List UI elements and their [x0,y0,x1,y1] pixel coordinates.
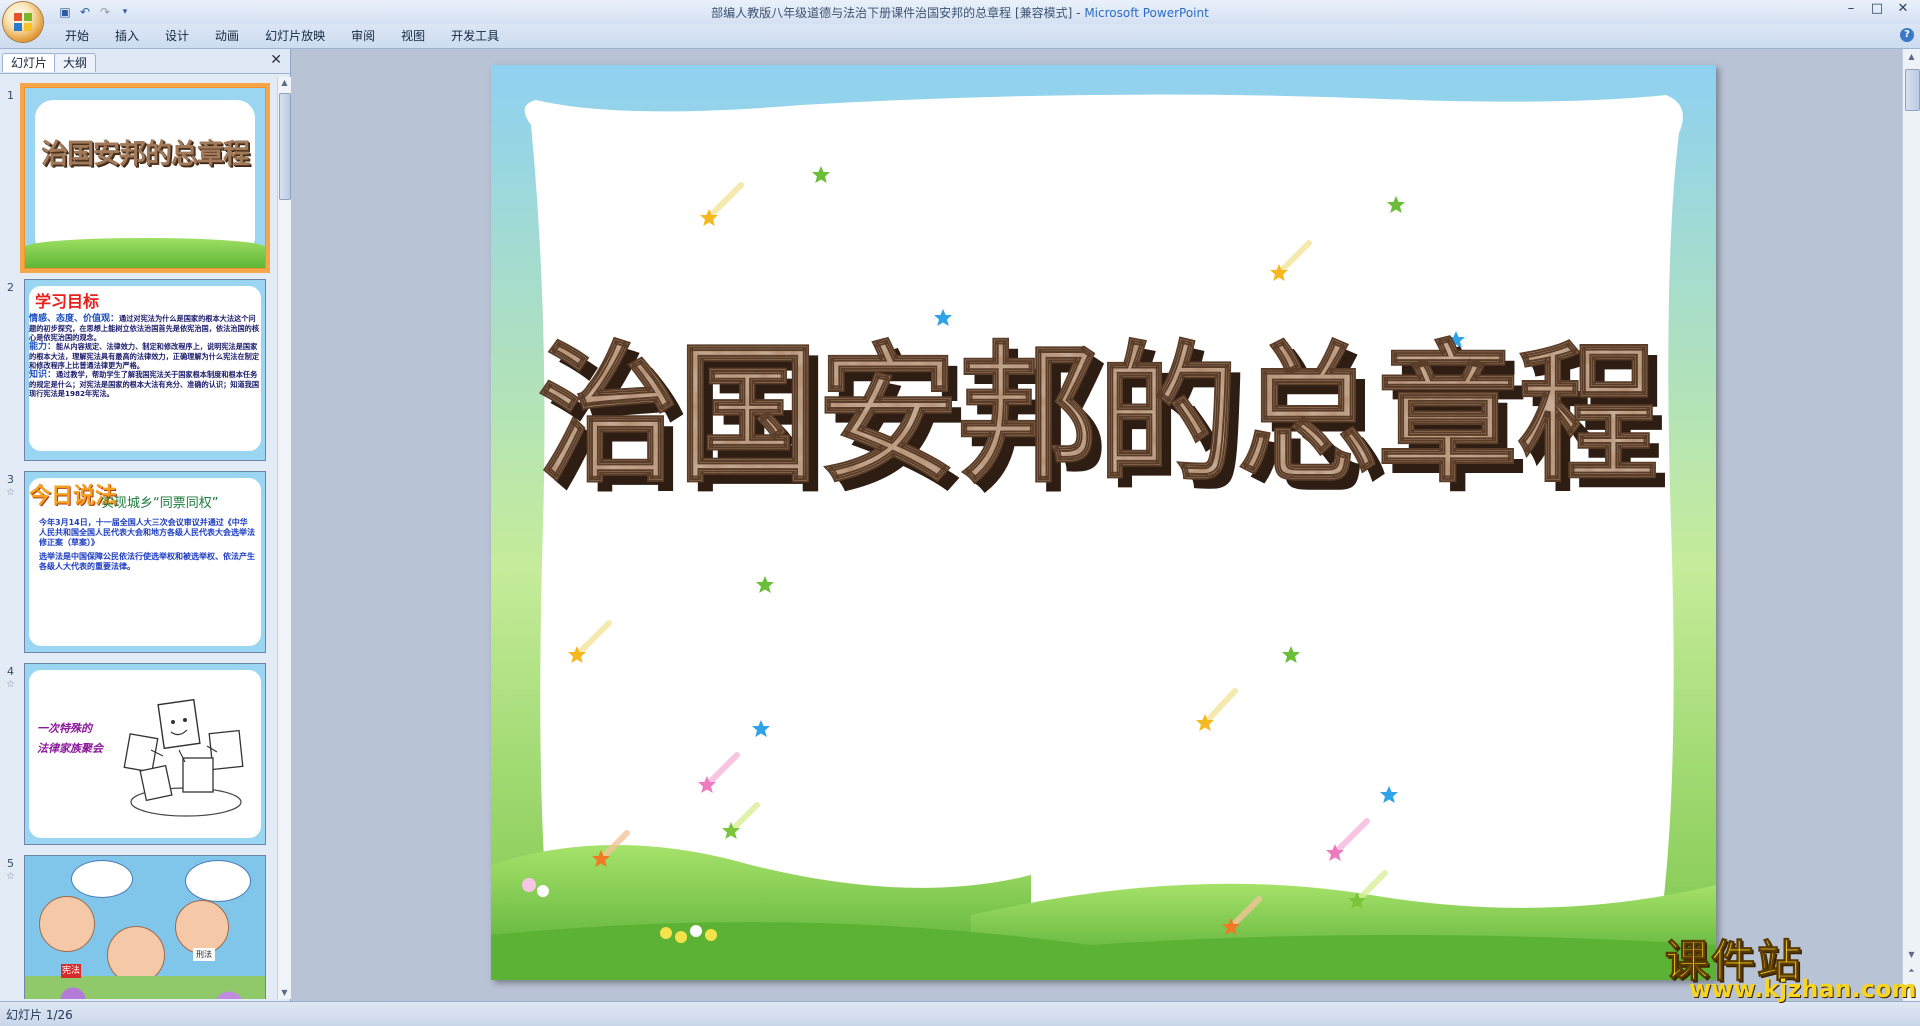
thumb-heading: 学习目标 [35,292,100,311]
thumb-line: 一次特殊的 [37,722,92,735]
slide-number: 3 [7,473,14,486]
thumbnail-row: 3 ☆ 今日说法 实现城乡“同票同权” 今年3月14日，十一届全国人大三次会议审… [0,471,275,661]
current-slide[interactable]: 治国安邦的总章程 治国安邦的总章程 [491,65,1716,980]
tab-view[interactable]: 视图 [388,28,438,44]
document-name: 部编人教版八年级道德与法治下册课件治国安邦的总章程 [兼容模式] [711,6,1073,20]
tab-developer[interactable]: 开发工具 [438,28,512,44]
objective-text: 通过教学，帮助学生了解我国宪法关于国家根本制度和根本任务的规定是什么；对宪法是国… [29,370,260,398]
watermark-logo: 课件站 www.kjzhan.com [1665,925,1917,1004]
slide-editing-area: 治国安邦的总章程 治国安邦的总章程 [291,49,1902,1001]
slide-title: 治国安邦的总章程 [538,329,1658,503]
objective-heading: 情感、态度、价值观： [29,314,120,324]
tab-slides[interactable]: 幻灯片 [2,53,57,72]
speech-bubble [71,860,133,898]
thumb-paragraph: 今年3月14日，十一届全国人大三次会议审议并通过《中华人民共和国全国人民代表大会… [39,518,255,547]
window-title: 部编人教版八年级道德与法治下册课件治国安邦的总章程 [兼容模式] - Micro… [0,4,1920,21]
thumbnail-row: 1 治国安邦的总章程 [0,83,275,277]
speech-bubble [185,860,251,902]
main-vertical-scrollbar[interactable]: ▲ ▼ ⏶ ⏷ [1902,49,1920,1001]
thumb-line: 法律家族聚会 [37,742,103,755]
label-xianfa: 宪法 [61,964,81,978]
flowers [25,976,265,999]
animation-star-icon: ☆ [6,871,15,882]
cartoon-child [39,896,95,952]
office-logo-icon [14,13,32,31]
close-pane-icon[interactable]: ✕ [270,52,282,68]
thumb-body: 情感、态度、价值观：通过对宪法为什么是国家的根本大法这个问题的初步探究，在思想上… [29,314,259,398]
status-bar: 幻灯片 1/26 [0,1001,1920,1026]
slide-thumbnail-4[interactable]: 一次特殊的 法律家族聚会 [24,663,266,845]
thumb-heading: 实现城乡“同票同权” [101,496,219,511]
title-separator: - [1072,6,1085,20]
slide-title-art: 治国安邦的总章程 治国安邦的总章程 [537,328,1668,513]
slide-thumbnail-3[interactable]: 今日说法 实现城乡“同票同权” 今年3月14日，十一届全国人大三次会议审议并通过… [24,471,266,653]
animation-star-icon: ☆ [6,487,15,498]
objective-text: 能从内容规定、法律效力、制定和修改程序上，说明宪法是国家的根本大法，理解宪法具有… [29,342,260,370]
slide-counter: 幻灯片 1/26 [6,1008,73,1022]
office-button[interactable] [3,2,43,42]
watermark-url: www.kjzhan.com [1689,975,1917,1003]
law-family-sketch [123,698,244,817]
minimize-icon[interactable]: – [1838,0,1864,18]
tab-animations[interactable]: 动画 [202,28,252,44]
thumbnail-row: 4 ☆ 一次特殊的 法律家族聚会 [0,663,275,853]
thumbnail-row: 2 学习目标 情感、态度、价值观：通过对宪法为什么是国家的根本大法这个问题的初步… [0,279,275,469]
thumbnail-row: 5 ☆ 宪法 刑法 [0,855,275,999]
slide-thumbnail-5[interactable]: 宪法 刑法 [24,855,266,999]
slide-number: 5 [7,857,14,870]
thumb-body: 今年3月14日，十一届全国人大三次会议审议并通过《中华人民共和国全国人民代表大会… [39,518,255,572]
thumb-paragraph: 选举法是中国保障公民依法行使选举权和被选举权、依法产生各级人大代表的重要法律。 [39,552,255,571]
objective-heading: 知识： [29,370,57,380]
thumbnail-list: 1 治国安邦的总章程 2 学习目标 情感、态度、价值观：通过对宪法为什么是国家的… [0,77,275,999]
app-name: Microsoft PowerPoint [1084,6,1209,20]
scrollbar-thumb[interactable] [1905,69,1920,111]
thumb-grass [25,238,265,268]
cartoon-child [175,900,229,954]
maximize-icon[interactable]: □ [1864,0,1890,18]
tab-design[interactable]: 设计 [152,28,202,44]
scroll-down-icon[interactable]: ▼ [279,987,290,999]
slide-number: 2 [7,281,14,294]
scroll-up-icon[interactable]: ▲ [279,77,290,89]
thumbnail-scrollbar[interactable]: ▲ ▼ [277,77,291,999]
help-icon[interactable]: ? [1900,28,1914,42]
thumb-cushion [35,100,255,255]
window-controls: – □ ✕ [1838,0,1916,18]
thumb-title: 治国安邦的总章程 [41,139,250,170]
ribbon-tab-bar: 开始 插入 设计 动画 幻灯片放映 审阅 视图 开发工具 ? [0,24,1920,49]
scrollbar-thumb[interactable] [279,93,291,200]
label-xingfa: 刑法 [193,948,215,961]
slides-pane: 幻灯片 大纲 ✕ 1 治国安邦的总章程 2 学习目标 情感、态度、价值观：通过对… [0,49,291,1001]
slide-thumbnail-1[interactable]: 治国安邦的总章程 [20,83,270,273]
animation-star-icon: ☆ [6,679,15,690]
slide-thumbnail-2[interactable]: 学习目标 情感、态度、价值观：通过对宪法为什么是国家的根本大法这个问题的初步探究… [24,279,266,461]
slide-number: 4 [7,665,14,678]
slide-number: 1 [7,89,14,102]
pane-tabs: 幻灯片 大纲 ✕ [0,49,290,74]
close-icon[interactable]: ✕ [1890,0,1916,18]
tab-insert[interactable]: 插入 [102,28,152,44]
objective-heading: 能力： [29,342,57,352]
tab-outline[interactable]: 大纲 [54,53,97,72]
scroll-down-icon[interactable]: ▼ [1906,949,1917,961]
title-bar: ▣ ↶ ↷ ▾ 部编人教版八年级道德与法治下册课件治国安邦的总章程 [兼容模式]… [0,0,1920,24]
tab-slideshow[interactable]: 幻灯片放映 [252,28,338,44]
tab-home[interactable]: 开始 [52,28,102,44]
tab-review[interactable]: 审阅 [338,28,388,44]
scroll-up-icon[interactable]: ▲ [1906,51,1917,63]
